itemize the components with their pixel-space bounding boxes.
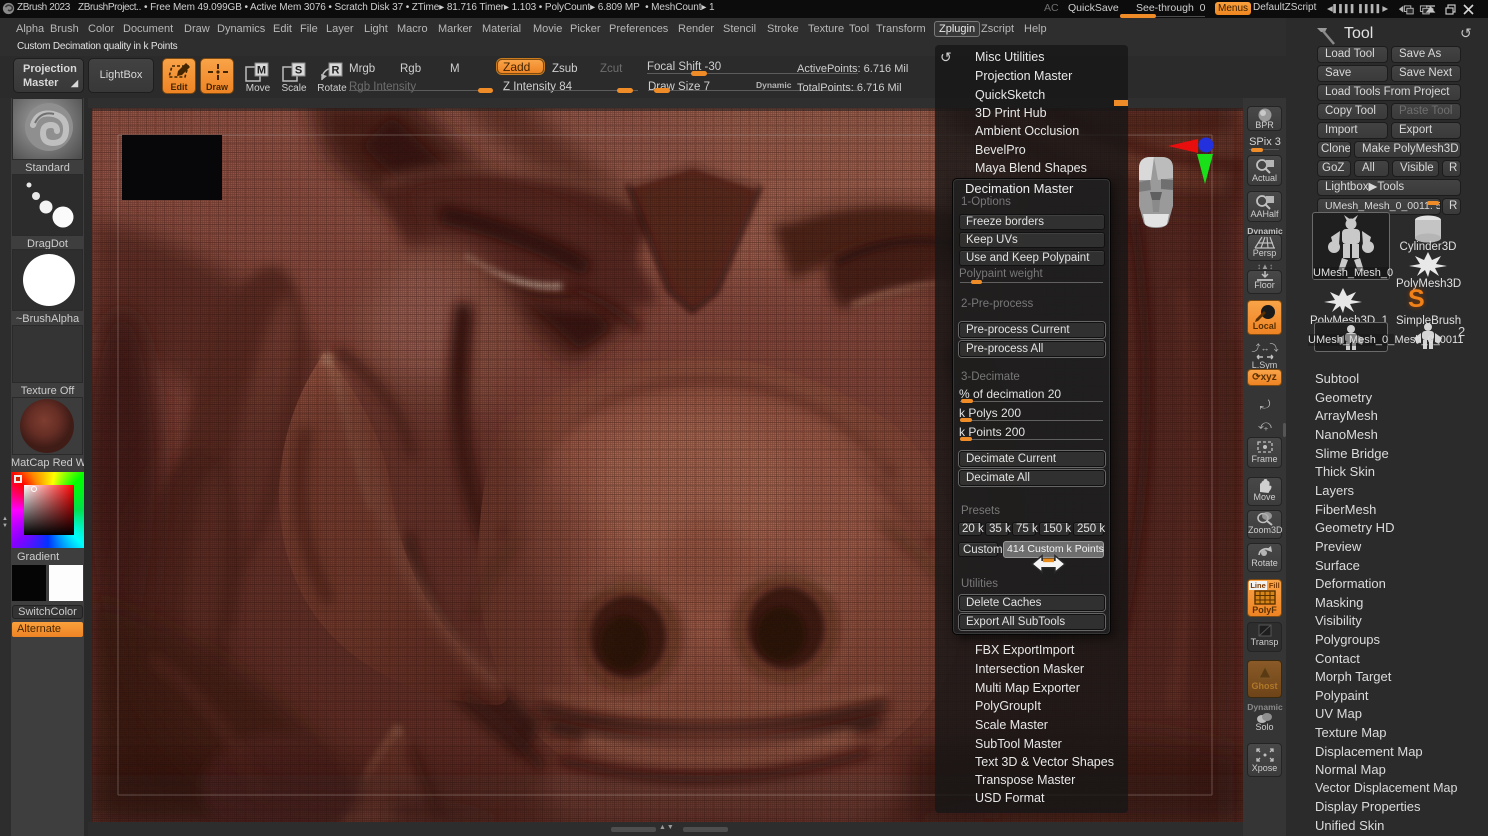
svg-text:M: M <box>257 65 266 77</box>
svg-text:S: S <box>295 65 302 77</box>
svg-text:R: R <box>332 65 340 77</box>
